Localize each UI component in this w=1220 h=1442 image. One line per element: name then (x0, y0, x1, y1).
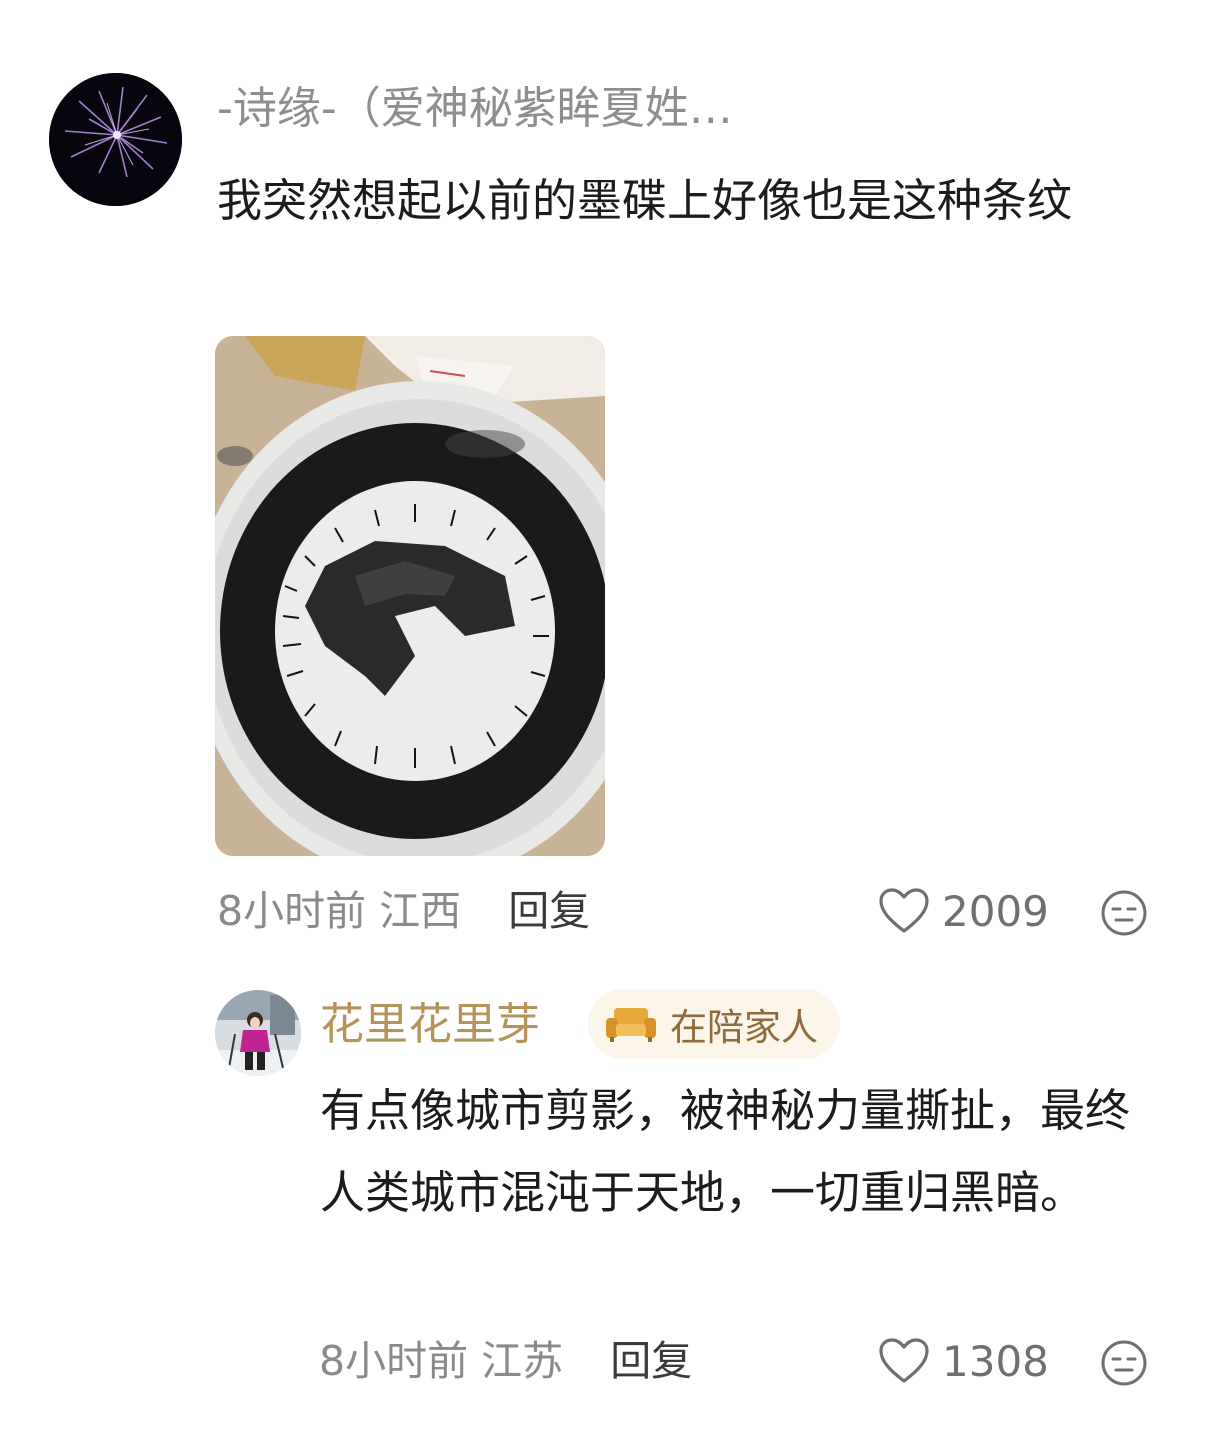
reply-like-count: 1308 (942, 1336, 1049, 1386)
ink-dish-photo (215, 336, 605, 856)
skier-avatar-image (215, 990, 301, 1076)
comment-time: 8小时前 (217, 887, 367, 935)
reply-text: 有点像城市剪影，被神秘力量撕扯，最终人类城市混沌于天地，一切重归黑暗。 (320, 1084, 1131, 1219)
sofa-icon (606, 1008, 656, 1042)
heart-icon (879, 1338, 929, 1383)
comment-image[interactable] (215, 336, 605, 856)
neutral-face-icon[interactable] (1100, 889, 1148, 937)
like-count: 2009 (942, 886, 1049, 936)
status-badge[interactable]: 在陪家人 (588, 989, 840, 1059)
reply-meta: 8小时前 江苏 回复 (319, 1335, 692, 1387)
reply-username[interactable]: 花里花里芽 (320, 996, 540, 1054)
reply-like-button[interactable]: 1308 (878, 1335, 1049, 1387)
reply-location: 江苏 (481, 1337, 564, 1385)
neutral-face-icon[interactable] (1100, 1339, 1148, 1387)
reply-button[interactable]: 回复 (508, 887, 590, 935)
fireworks-avatar-image (49, 73, 182, 206)
comment-avatar[interactable] (49, 73, 182, 206)
comment-meta: 8小时前 江西 回复 (217, 885, 590, 937)
reply-time: 8小时前 (319, 1337, 469, 1385)
comment-username[interactable]: -诗缘-（爱神秘紫眸夏姓… (217, 80, 733, 138)
heart-icon (879, 888, 929, 933)
comment-location: 江西 (379, 887, 462, 935)
status-badge-label: 在陪家人 (670, 1006, 818, 1049)
comment-text: 我突然想起以前的墨碟上好像也是这种条纹 (217, 174, 1073, 227)
reply-reply-button[interactable]: 回复 (610, 1337, 692, 1385)
reply-avatar[interactable] (215, 990, 301, 1076)
like-button[interactable]: 2009 (878, 885, 1049, 937)
